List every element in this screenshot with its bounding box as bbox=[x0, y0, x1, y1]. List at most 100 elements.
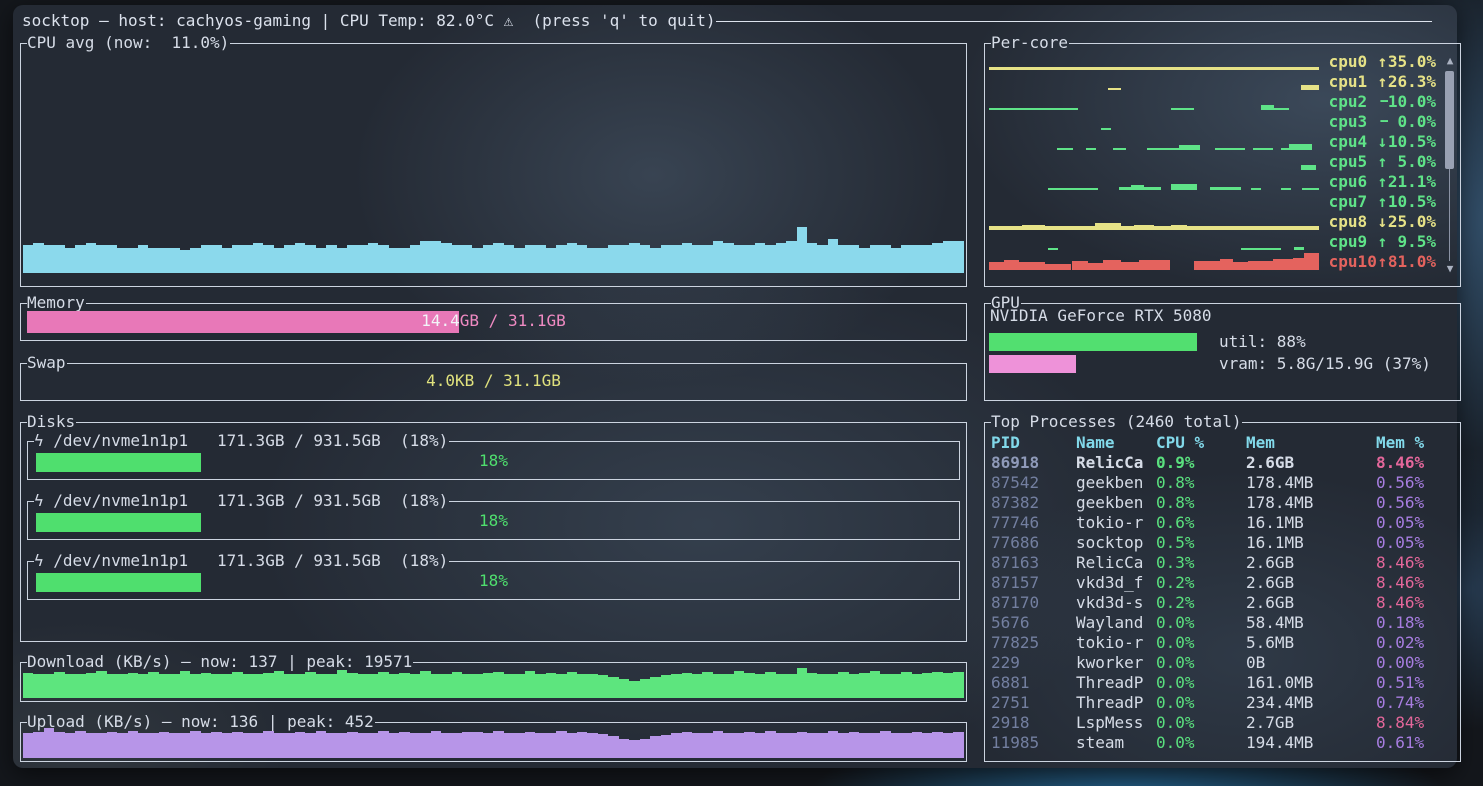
chart-bar bbox=[797, 732, 807, 758]
spark-segment bbox=[1215, 148, 1245, 150]
chart-bar bbox=[159, 674, 169, 698]
chart-bar bbox=[723, 733, 733, 758]
memory-title: Memory bbox=[27, 293, 86, 313]
process-pid: 87170 bbox=[991, 593, 1039, 613]
spark-segment bbox=[1179, 145, 1200, 150]
chart-bar bbox=[661, 675, 671, 698]
chart-bar bbox=[337, 248, 347, 273]
download-panel: Download (KB/s) — now: 137 | peak: 19571 bbox=[20, 662, 967, 702]
chart-bar bbox=[148, 248, 158, 273]
chart-bar bbox=[744, 732, 754, 758]
process-mem-percent: 8.46% bbox=[1376, 453, 1424, 473]
process-row: 77686socktop0.5%16.1MB0.05% bbox=[985, 533, 1460, 553]
chart-bar bbox=[786, 241, 796, 273]
spark-segment bbox=[1241, 248, 1281, 250]
trend-down-icon: ↓ bbox=[1377, 212, 1388, 232]
chart-bar bbox=[943, 673, 953, 698]
gpu-vram-bar bbox=[989, 355, 1076, 373]
core-label-cpu4: cpu4 ↓10.5% bbox=[1329, 132, 1436, 152]
column-header: Mem bbox=[1246, 433, 1275, 453]
chart-bar bbox=[755, 243, 765, 273]
chart-bar bbox=[556, 245, 566, 273]
chart-bar bbox=[828, 239, 838, 274]
chart-bar bbox=[817, 245, 827, 273]
chart-bar bbox=[713, 241, 723, 273]
process-mem: 16.1MB bbox=[1246, 533, 1304, 553]
core-percent: 10.5% bbox=[1388, 192, 1436, 211]
process-mem-percent: 8.84% bbox=[1376, 713, 1424, 733]
chart-bar bbox=[75, 674, 85, 698]
spark-segment bbox=[1294, 247, 1304, 250]
chart-bar bbox=[378, 245, 388, 273]
spark-segment bbox=[1301, 85, 1319, 90]
chart-bar bbox=[431, 241, 441, 273]
chart-bar bbox=[65, 674, 75, 698]
chart-bar bbox=[358, 674, 368, 698]
process-pid: 87382 bbox=[991, 493, 1039, 513]
process-pid: 87542 bbox=[991, 473, 1039, 493]
spark-segment bbox=[1233, 262, 1248, 270]
chart-bar bbox=[932, 732, 942, 758]
disk-entry-head: ϟ /dev/nvme1n1p1 171.3GB / 931.5GB (18%) bbox=[27, 491, 960, 511]
scroll-down-icon[interactable]: ▼ bbox=[1444, 263, 1456, 275]
spark-segment bbox=[1095, 223, 1121, 230]
chart-bar bbox=[190, 674, 200, 698]
chart-bar bbox=[128, 673, 138, 698]
process-cpu: 0.0% bbox=[1156, 673, 1195, 693]
disk-entry: ϟ /dev/nvme1n1p1 171.3GB / 931.5GB (18%)… bbox=[27, 501, 960, 540]
scroll-up-icon[interactable]: ▲ bbox=[1444, 55, 1456, 67]
process-name: geekben bbox=[1076, 493, 1143, 513]
upload-chart bbox=[23, 724, 964, 758]
spark-segment bbox=[1088, 263, 1103, 270]
chart-bar bbox=[472, 248, 482, 273]
chart-bar bbox=[472, 732, 482, 758]
chart-bar bbox=[232, 732, 242, 758]
gpu-util-bar bbox=[989, 333, 1197, 351]
process-name: RelicCa bbox=[1076, 553, 1143, 573]
chart-bar bbox=[33, 243, 43, 273]
core-name: cpu7 bbox=[1329, 192, 1377, 211]
chart-bar bbox=[23, 673, 33, 698]
core-sparkline bbox=[989, 112, 1319, 130]
chart-bar bbox=[65, 248, 75, 273]
disks-panel: Disks ϟ /dev/nvme1n1p1 171.3GB / 931.5GB… bbox=[20, 422, 967, 642]
process-mem: 194.4MB bbox=[1246, 733, 1313, 753]
spark-segment bbox=[1139, 260, 1170, 270]
column-header: CPU % bbox=[1156, 433, 1204, 453]
chart-bar bbox=[807, 733, 817, 758]
process-pid: 87163 bbox=[991, 553, 1039, 573]
chart-bar bbox=[797, 668, 807, 698]
chart-bar bbox=[253, 674, 263, 698]
core-name: cpu10 bbox=[1329, 252, 1377, 271]
swap-gauge-label: 4.0KB / 31.1GB bbox=[27, 371, 960, 393]
chart-bar bbox=[880, 731, 890, 758]
chart-bar bbox=[587, 248, 597, 273]
scrollbar-thumb[interactable] bbox=[1445, 71, 1454, 169]
chart-bar bbox=[943, 241, 953, 273]
chart-bar bbox=[608, 736, 618, 758]
chart-bar bbox=[953, 241, 963, 273]
chart-bar bbox=[117, 674, 127, 698]
process-mem: 2.7GB bbox=[1246, 713, 1294, 733]
process-pid: 2918 bbox=[991, 713, 1030, 733]
spark-segment bbox=[1134, 225, 1154, 230]
chart-bar bbox=[608, 677, 618, 698]
chart-bar bbox=[107, 245, 117, 273]
disk-entry-title: /dev/nvme1n1p1 171.3GB / 931.5GB (18%) bbox=[53, 491, 448, 510]
process-pid: 229 bbox=[991, 653, 1020, 673]
chart-bar bbox=[86, 733, 96, 758]
chart-bar bbox=[284, 674, 294, 698]
chart-bar bbox=[305, 733, 315, 758]
disk-head-line bbox=[449, 501, 960, 502]
process-mem-percent: 0.02% bbox=[1376, 633, 1424, 653]
chart-bar bbox=[33, 674, 43, 698]
core-label-cpu9: cpu9 ↑ 9.5% bbox=[1329, 232, 1436, 252]
process-mem-percent: 0.56% bbox=[1376, 493, 1424, 513]
spark-segment bbox=[1045, 264, 1071, 270]
per-core-scrollbar[interactable]: ▲ ▼ bbox=[1444, 53, 1456, 279]
chart-bar bbox=[305, 245, 315, 273]
chart-bar bbox=[504, 674, 514, 698]
chart-bar bbox=[891, 733, 901, 758]
process-pid: 86918 bbox=[991, 453, 1039, 473]
spark-segment bbox=[1289, 144, 1312, 150]
